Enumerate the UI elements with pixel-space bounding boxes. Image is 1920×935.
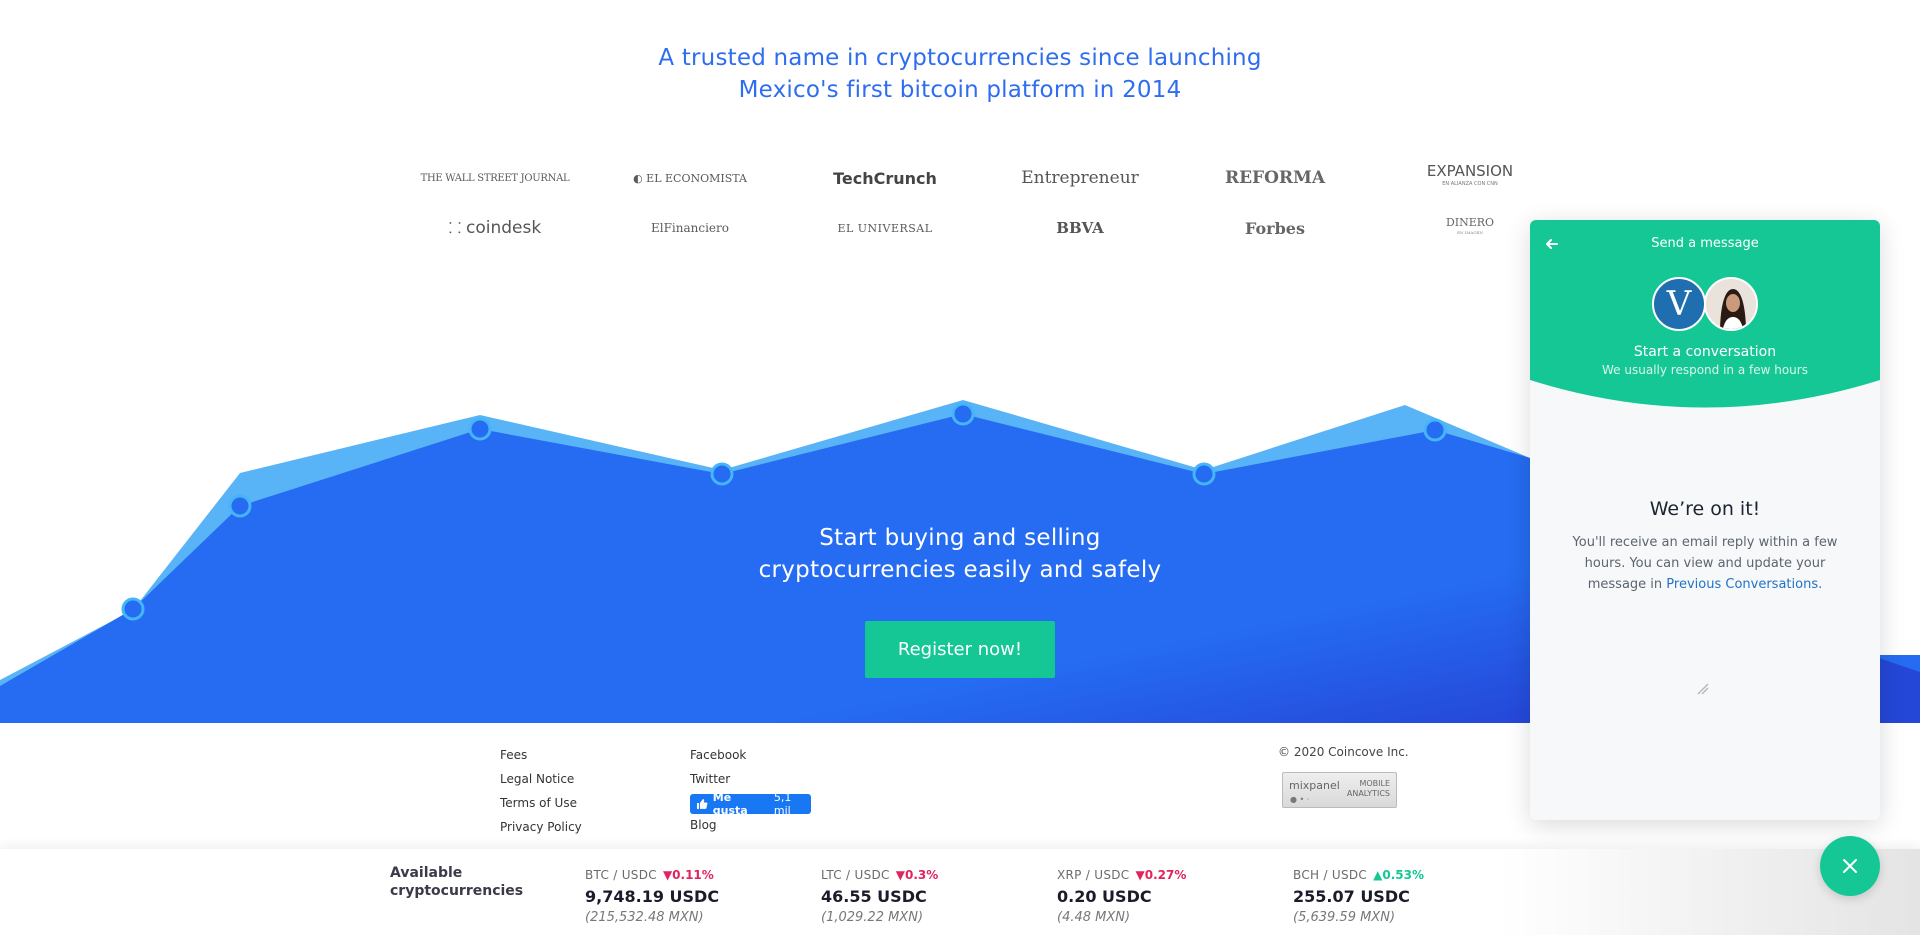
tagline: A trusted name in cryptocurrencies since…: [0, 42, 1920, 106]
logo-el-financiero: ElFinanciero: [651, 221, 729, 235]
logo-techcrunch: TechCrunch: [833, 168, 937, 188]
thumbs-up-icon: [696, 799, 708, 809]
ticker-title: Available cryptocurrencies: [390, 865, 524, 899]
previous-conversations-link[interactable]: Previous Conversations.: [1666, 577, 1822, 592]
facebook-like-count: 5,1 mil: [773, 791, 792, 817]
footer-link-terms-of-use[interactable]: Terms of Use: [500, 796, 577, 810]
logo-bbva: BBVA: [1056, 219, 1104, 237]
footer-link-fees[interactable]: Fees: [500, 748, 527, 762]
facebook-like-button[interactable]: Me gusta 5,1 mil: [690, 791, 811, 817]
logo-wall-street-journal: THE WALL STREET JOURNAL: [420, 172, 570, 184]
mixpanel-tag: MOBILE ANALYTICS: [1346, 779, 1390, 798]
ticker-item-bch: BCH / USDC ▲0.53% 255.07 USDC (5,639.59 M…: [1293, 864, 1513, 925]
register-button[interactable]: Register now!: [865, 621, 1055, 678]
ticker-pair: BCH / USDC: [1293, 868, 1368, 882]
ticker-mxn: (5,639.59 MXN): [1293, 910, 1396, 925]
logo-expansion: EXPANSION EN ALIANZA CON CNN: [1426, 162, 1514, 188]
ticker-mxn: (215,532.48 MXN): [585, 910, 704, 925]
wave-point: [121, 597, 145, 621]
ticker-change: ▼0.27%: [1135, 868, 1187, 882]
ticker-item-xrp: XRP / USDC ▼0.27% 0.20 USDC (4.48 MXN): [1057, 864, 1277, 925]
ticker-change: ▼0.3%: [895, 868, 939, 882]
crypto-ticker-bar: Available cryptocurrencies BTC / USDC ▼0.…: [0, 849, 1920, 935]
ticker-price: 46.55 USDC: [821, 887, 927, 906]
ticker-pair: XRP / USDC: [1057, 868, 1130, 882]
logo-entrepreneur: Entrepreneur: [1021, 168, 1139, 188]
chat-header-title: Send a message: [1651, 236, 1759, 251]
wave-point: [951, 402, 975, 426]
footer-link-legal-notice[interactable]: Legal Notice: [500, 772, 574, 786]
wave-point: [710, 462, 734, 486]
tagline-line-1: A trusted name in cryptocurrencies since…: [658, 45, 1262, 71]
chat-start-title: Start a conversation: [1633, 344, 1777, 360]
ticker-pair: LTC / USDC: [821, 868, 890, 882]
chat-close-button[interactable]: [1820, 836, 1880, 896]
tagline-line-2: Mexico's first bitcoin platform in 2014: [738, 77, 1182, 103]
ticker-change: ▼0.11%: [662, 868, 714, 882]
ticker-pair: BTC / USDC: [585, 868, 657, 882]
close-icon: [1843, 859, 1857, 873]
logo-reforma: REFORMA: [1224, 168, 1326, 188]
ticker-price: 255.07 USDC: [1293, 887, 1410, 906]
ticker-item-ltc: LTC / USDC ▼0.3% 46.55 USDC (1,029.22 MXN…: [821, 864, 1041, 925]
footer-link-twitter[interactable]: Twitter: [690, 772, 730, 786]
ticker-change: ▲0.53%: [1373, 868, 1424, 882]
ticker-mxn: (1,029.22 MXN): [821, 910, 924, 925]
company-avatar: V: [1652, 277, 1706, 331]
ticker-price: 0.20 USDC: [1057, 887, 1152, 906]
chat-confirm-body: You'll receive an email reply within a f…: [1572, 535, 1838, 592]
footer-link-blog[interactable]: Blog: [690, 818, 717, 832]
logo-forbes: Forbes: [1245, 218, 1305, 238]
chat-confirm-title: We’re on it!: [1649, 498, 1761, 520]
facebook-like-label: Me gusta: [712, 791, 748, 817]
mixpanel-dots-icon: ● • ·: [1290, 795, 1310, 804]
footer-link-facebook[interactable]: Facebook: [690, 748, 746, 762]
ticker-mxn: (4.48 MXN): [1057, 910, 1131, 925]
resize-handle-icon: [1697, 683, 1709, 695]
wave-point: [228, 494, 252, 518]
ticker-price: 9,748.19 USDC: [585, 887, 720, 906]
copyright: © 2020 Coincove Inc.: [1278, 745, 1409, 759]
wave-point: [1423, 418, 1447, 442]
agent-avatar: [1704, 277, 1758, 331]
wave-point: [468, 417, 492, 441]
logo-el-universal: EL UNIVERSAL: [837, 221, 933, 235]
wave-point: [1192, 462, 1216, 486]
logo-coindesk: ⸬ coindesk: [448, 218, 542, 238]
mixpanel-badge[interactable]: mixpanel MOBILE ANALYTICS ● • ·: [1282, 772, 1397, 808]
mixpanel-name: mixpanel: [1289, 779, 1340, 792]
footer-link-privacy-policy[interactable]: Privacy Policy: [500, 820, 582, 834]
chat-start-subtitle: We usually respond in a few hours: [1602, 363, 1808, 377]
chat-widget: Send a message V Start a conversation We…: [1530, 220, 1880, 820]
ticker-item-btc: BTC / USDC ▼0.11% 9,748.19 USDC (215,532.…: [585, 864, 805, 925]
logo-el-economista: ◐ EL ECONOMISTA: [633, 171, 747, 185]
